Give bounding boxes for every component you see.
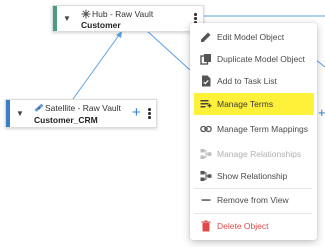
copy-icon	[200, 54, 211, 65]
menu-item-duplicate-model-object[interactable]: Duplicate Model Object	[190, 48, 317, 70]
add-button[interactable]: +	[318, 106, 325, 119]
minus-icon	[201, 199, 211, 201]
menu-item-manage-term-mappings[interactable]: Manage Term Mappings	[190, 118, 317, 140]
menu-item-manage-terms[interactable]: Manage Terms	[194, 93, 314, 115]
trash-icon	[201, 220, 211, 232]
link-menu-to-right	[315, 59, 325, 68]
menu-item-manage-relationships[interactable]: Manage Relationships	[190, 143, 317, 165]
menu-item-edit-model-object[interactable]: Edit Model Object	[190, 26, 317, 48]
more-options-icon[interactable]	[148, 108, 151, 120]
hub-star-icon	[81, 9, 91, 19]
chevron-down-icon[interactable]: ▼	[63, 14, 71, 23]
menu-item-remove-from-view[interactable]: Remove from View	[190, 189, 317, 211]
add-button[interactable]: +	[132, 105, 141, 120]
link-icon	[200, 125, 212, 133]
menu-item-delete-object[interactable]: Delete Object	[190, 215, 317, 237]
show-relationship-icon	[200, 171, 212, 181]
satellite-type-label: Satellite - Raw Vault	[45, 103, 121, 113]
task-icon	[202, 75, 211, 87]
hub-type-label: Hub - Raw Vault	[92, 9, 154, 19]
link-hub-to-right	[145, 29, 191, 71]
relationships-icon	[200, 149, 212, 159]
chevron-down-icon[interactable]: ▼	[16, 109, 24, 118]
menu-item-show-relationship[interactable]: Show Relationship	[190, 165, 317, 187]
menu-separator	[194, 213, 312, 214]
hub-node[interactable]: ▼ Hub - Raw Vault Customer	[52, 5, 204, 32]
arrowhead-icon	[116, 31, 122, 38]
pencil-icon	[201, 32, 211, 42]
link-satellite-to-hub	[72, 30, 123, 100]
hub-name: Customer	[81, 20, 121, 30]
satellite-icon	[34, 103, 44, 112]
satellite-name: Customer_CRM	[34, 115, 98, 125]
hub-accent-bar	[53, 6, 57, 31]
menu-item-add-to-task-list[interactable]: Add to Task List	[190, 70, 317, 92]
satellite-accent-bar	[6, 100, 10, 127]
context-menu: Edit Model Object Duplicate Model Object…	[190, 23, 317, 240]
terms-icon	[200, 100, 212, 108]
satellite-node[interactable]: ▼ Satellite - Raw Vault Customer_CRM +	[5, 99, 157, 128]
